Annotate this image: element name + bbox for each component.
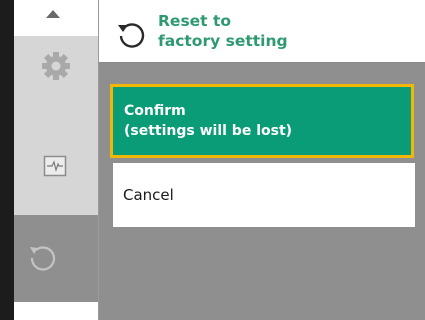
- sidebar-top: [14, 0, 98, 36]
- page-header: Reset to factory setting: [99, 0, 425, 63]
- sidebar: [14, 0, 99, 320]
- confirm-reset-button[interactable]: Confirm (settings will be lost): [110, 84, 414, 158]
- cancel-button[interactable]: Cancel: [113, 163, 415, 227]
- scroll-up-arrow-icon[interactable]: [46, 10, 60, 18]
- main-panel: Reset to factory setting Confirm (settin…: [99, 0, 425, 320]
- trend-monitor-icon[interactable]: [43, 155, 67, 177]
- reset-icon: [118, 23, 145, 48]
- page-title: Reset to factory setting: [158, 12, 288, 50]
- reset-icon: [30, 246, 56, 271]
- device-bezel: [0, 0, 14, 320]
- sidebar-item-reset[interactable]: [14, 215, 98, 302]
- gear-icon[interactable]: [41, 51, 71, 81]
- sidebar-bottom: [14, 302, 98, 320]
